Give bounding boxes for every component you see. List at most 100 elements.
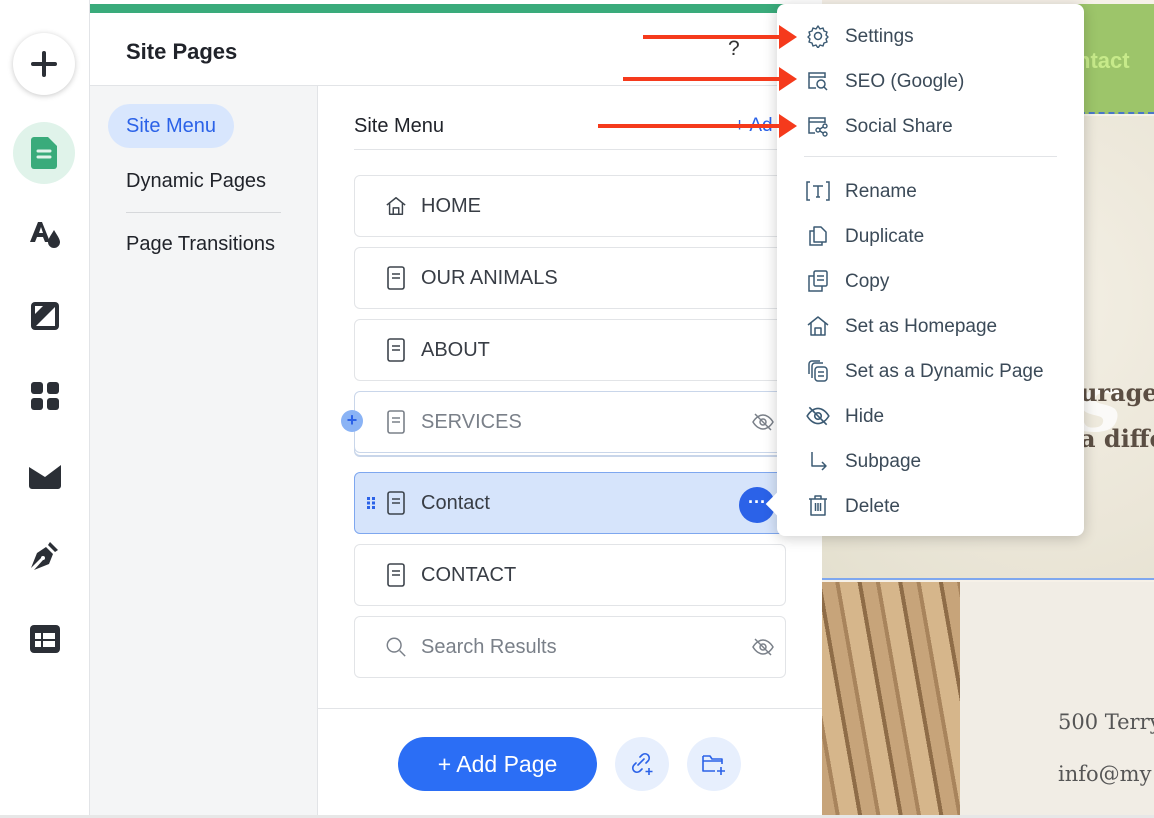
seo-search-icon [808,72,828,91]
panel-accent-bar [90,4,822,13]
menu-item-duplicate[interactable]: Duplicate [777,216,1084,256]
annotation-arrow-settings [643,25,797,49]
page-icon [387,563,405,587]
menu-item-label: SEO (Google) [845,71,965,92]
menu-item-set-homepage[interactable]: Set as Homepage [777,306,1084,346]
pen-icon [31,542,58,570]
page-label: SERVICES [421,411,522,433]
add-folder-button[interactable] [687,737,741,791]
menu-item-delete[interactable]: Delete [777,486,1084,526]
footer-address: 500 Terry [1058,710,1154,734]
menu-item-label: Subpage [845,451,922,472]
apps-button[interactable] [27,378,63,414]
menu-item-settings[interactable]: Settings [777,16,1084,56]
footer-divider [318,708,822,709]
menu-item-social-share[interactable]: Social Share [777,106,1084,146]
menu-item-rename[interactable]: Rename [777,171,1084,211]
site-menu-content: Site Menu + Ad HOME OUR ANIMALS ABOUT + … [318,86,822,818]
drag-handle-icon[interactable] [367,497,375,509]
menu-divider [354,149,786,150]
page-label: Contact [421,492,490,514]
eye-off-icon[interactable] [751,411,775,433]
panel-title: Site Pages [126,39,238,64]
page-row-services[interactable]: + SERVICES [341,391,786,453]
page-icon [387,491,405,515]
page-icon [387,266,405,290]
add-elements-button[interactable] [13,33,75,95]
menu-item-hide[interactable]: Hide [777,396,1084,436]
annotation-arrow-seo [623,67,797,91]
page-row-search-results[interactable]: Search Results [354,616,786,678]
menu-item-label: Duplicate [845,226,925,247]
social-share-icon [808,117,828,137]
subpage-arrow-icon [811,452,827,471]
menu-item-subpage[interactable]: Subpage [777,441,1084,481]
page-icon [387,338,405,362]
insert-indicator: + [341,410,363,432]
apps-grid-icon [31,382,59,410]
add-link-button[interactable] [615,737,669,791]
background-button[interactable] [27,298,63,334]
gear-icon [807,25,829,48]
cms-button[interactable] [27,621,63,657]
site-pages-panel: Site Pages ? Site Menu Dynamic Pages Pag… [90,0,822,818]
blog-button[interactable] [27,538,63,574]
menu-item-seo[interactable]: SEO (Google) [777,61,1084,101]
page-label: CONTACT [421,564,517,586]
page-row-contact-selected[interactable]: Contact ··· [354,472,786,534]
menu-item-label: Settings [845,26,914,47]
table-icon [30,625,60,653]
media-button[interactable] [27,458,63,494]
help-button[interactable]: ? [728,37,740,61]
search-icon [386,637,406,657]
site-nav-contact: ntact [1077,48,1130,73]
subnav-dynamic-pages[interactable]: Dynamic Pages [108,159,284,203]
background-icon [31,302,59,330]
hero-text-line-1: urage [1080,378,1154,407]
add-page-button[interactable]: + Add Page [398,737,597,791]
folder-add-icon [702,755,725,775]
page-row-our-animals[interactable]: OUR ANIMALS [354,247,786,309]
menu-item-label: Rename [845,181,917,202]
link-add-icon [631,752,653,775]
panel-header: Site Pages ? [90,13,822,86]
pages-button[interactable] [13,122,75,184]
home-icon [386,197,406,215]
dynamic-page-icon [808,360,828,382]
menu-divider [804,156,1057,157]
page-row-home[interactable]: HOME [354,175,786,237]
panel-subnav: Site Menu Dynamic Pages Page Transitions [90,86,318,818]
page-context-menu: Settings SEO (Google) Social Share Renam… [765,4,1084,536]
page-label: HOME [421,195,481,217]
duplicate-icon [809,226,827,246]
menu-item-copy[interactable]: Copy [777,261,1084,301]
menu-item-set-dynamic-page[interactable]: Set as a Dynamic Page [777,351,1084,391]
left-toolbar [0,0,90,818]
footer-contact-area: 500 Terry info@my [960,582,1154,818]
page-icon [31,137,57,169]
menu-item-label: Social Share [845,116,953,137]
theme-icon [30,222,60,248]
menu-item-label: Set as a Dynamic Page [845,361,1044,382]
footer-email: info@my [1058,762,1152,786]
page-row-contact[interactable]: CONTACT [354,544,786,606]
page-label: Search Results [421,636,557,658]
menu-item-label: Delete [845,496,900,517]
rename-icon [806,181,830,201]
trash-icon [809,495,827,516]
annotation-arrow-social-share [598,114,797,138]
hero-text-line-2: a diffe [1080,424,1154,453]
eye-off-icon[interactable] [751,636,775,658]
site-design-button[interactable] [27,216,63,252]
subnav-divider [126,212,281,213]
subnav-page-transitions[interactable]: Page Transitions [108,222,293,266]
page-label: OUR ANIMALS [421,267,558,289]
page-row-about[interactable]: ABOUT [354,319,786,381]
sand-image [822,582,960,818]
subnav-site-menu[interactable]: Site Menu [108,104,235,148]
home-icon [807,316,829,336]
page-icon [387,410,405,434]
plus-icon [31,51,57,77]
page-label: ABOUT [421,339,490,361]
media-icon [29,465,61,489]
